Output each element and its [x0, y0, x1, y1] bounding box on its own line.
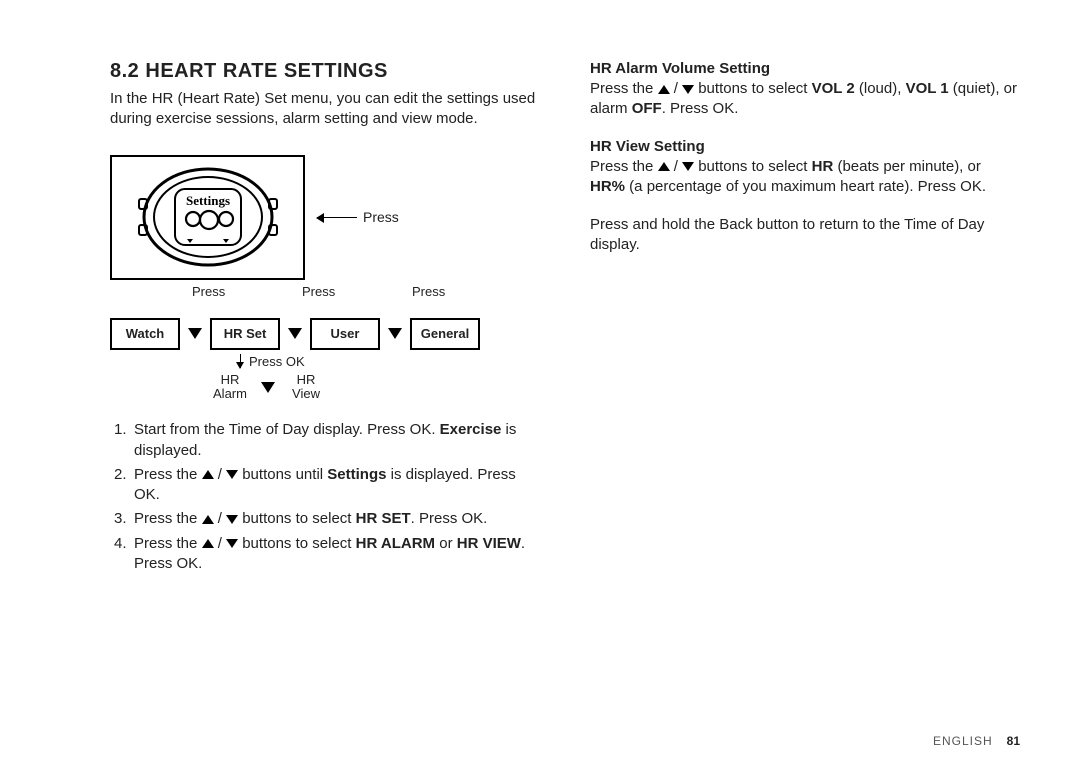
list-item: 1. Start from the Time of Day display. P…	[110, 420, 540, 461]
section-intro: In the HR (Heart Rate) Set menu, you can…	[110, 89, 540, 130]
up-triangle-icon	[658, 85, 670, 94]
up-triangle-icon	[202, 515, 214, 524]
section-heading: 8.2 HEART RATE SETTINGS	[110, 60, 540, 83]
down-triangle-icon	[226, 539, 238, 548]
watch-frame: Settings	[110, 155, 305, 280]
nav-box-user: User	[310, 318, 380, 350]
watch-diagram: Settings	[110, 155, 540, 403]
hr-view-label: HRView	[281, 373, 331, 403]
up-triangle-icon	[202, 539, 214, 548]
instruction-list: 1. Start from the Time of Day display. P…	[110, 420, 540, 574]
watch-illustration: Settings	[133, 165, 283, 270]
down-triangle-icon	[226, 515, 238, 524]
press-indicator: Press	[317, 209, 399, 225]
down-arrow-icon	[388, 328, 402, 339]
svg-text:Settings: Settings	[185, 193, 229, 208]
up-triangle-icon	[202, 470, 214, 479]
down-triangle-icon	[226, 470, 238, 479]
footer-language: ENGLISH	[933, 734, 993, 748]
press-label-2: Press	[302, 284, 335, 299]
up-triangle-icon	[658, 162, 670, 171]
nav-box-hrset: HR Set	[210, 318, 280, 350]
press-label-1: Press	[192, 284, 225, 299]
hr-alarm-volume-heading: HR Alarm Volume Setting	[590, 60, 1020, 77]
down-arrow-icon	[288, 328, 302, 339]
hr-alarm-volume-text: Press the / buttons to select VOL 2 (lou…	[590, 79, 1020, 120]
list-item: 3. Press the / buttons to select HR SET.…	[110, 509, 540, 529]
section-number: 8.2	[110, 60, 139, 82]
return-instruction: Press and hold the Back button to return…	[590, 215, 1020, 256]
footer-page-number: 81	[1007, 734, 1020, 748]
press-ok-label: Press OK	[249, 354, 305, 369]
hr-alarm-label: HRAlarm	[205, 373, 255, 403]
right-column: HR Alarm Volume Setting Press the / butt…	[590, 60, 1020, 578]
down-triangle-icon	[682, 162, 694, 171]
hr-view-text: Press the / buttons to select HR (beats …	[590, 157, 1020, 198]
down-arrow-icon	[188, 328, 202, 339]
down-arrow-icon	[261, 382, 275, 393]
page-footer: ENGLISH 81	[933, 734, 1020, 748]
section-title: HEART RATE SETTINGS	[145, 60, 387, 82]
hr-view-heading: HR View Setting	[590, 138, 1020, 155]
list-item: 2. Press the / buttons until Settings is…	[110, 465, 540, 506]
left-column: 8.2 HEART RATE SETTINGS In the HR (Heart…	[110, 60, 540, 578]
press-label: Press	[363, 209, 399, 225]
list-item: 4. Press the / buttons to select HR ALAR…	[110, 534, 540, 575]
press-label-3: Press	[412, 284, 445, 299]
down-triangle-icon	[682, 85, 694, 94]
arrow-left-icon	[317, 217, 357, 218]
nav-box-general: General	[410, 318, 480, 350]
nav-box-watch: Watch	[110, 318, 180, 350]
arrow-down-icon	[240, 354, 241, 368]
